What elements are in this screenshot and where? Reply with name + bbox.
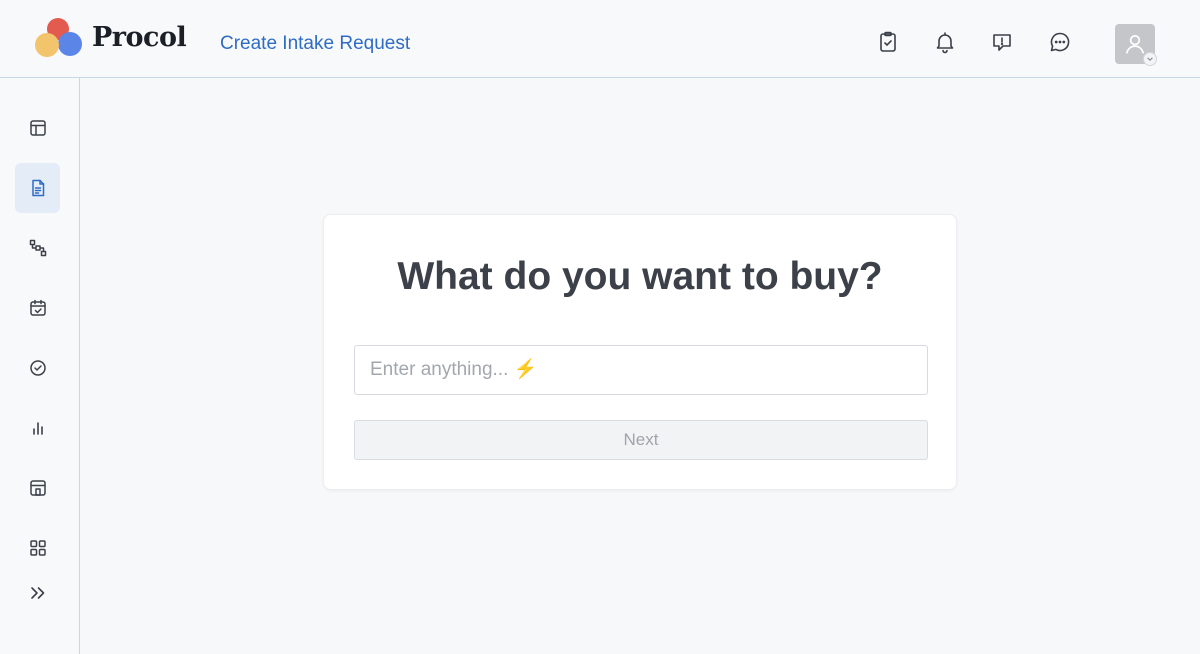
workflow-icon: [29, 239, 46, 257]
sidebar-item-dashboard[interactable]: [15, 103, 60, 153]
page-title: Create Intake Request: [220, 33, 411, 54]
sidebar-item-store[interactable]: [15, 463, 60, 513]
intake-card: What do you want to buy? Next: [323, 214, 957, 490]
intake-question: What do you want to buy?: [397, 255, 883, 298]
intake-search-input[interactable]: [354, 345, 928, 395]
next-button[interactable]: Next: [354, 420, 928, 460]
check-circle-icon: [29, 360, 46, 376]
sidebar: [0, 78, 80, 654]
sidebar-item-apps[interactable]: [15, 523, 60, 573]
user-avatar[interactable]: [1115, 24, 1157, 66]
sidebar-item-calendar[interactable]: [15, 283, 60, 333]
sidebar-item-approvals[interactable]: [15, 343, 60, 393]
sidebar-item-analytics[interactable]: [15, 403, 60, 453]
chevron-down-icon[interactable]: [1143, 52, 1157, 66]
top-header: Procol Create Intake Request: [0, 0, 1200, 78]
document-icon: [31, 179, 44, 197]
procol-logo-icon: [35, 18, 82, 57]
store-icon: [29, 480, 46, 496]
chevrons-right-icon: [30, 587, 44, 599]
tasks-clipboard-icon[interactable]: [875, 29, 901, 55]
expand-sidebar-button[interactable]: [15, 568, 60, 618]
bar-chart-icon: [32, 422, 43, 435]
chat-icon[interactable]: [1047, 29, 1073, 55]
grid-icon: [29, 540, 46, 556]
sidebar-item-requests[interactable]: [15, 163, 60, 213]
sidebar-item-workflow[interactable]: [15, 223, 60, 273]
calendar-check-icon: [29, 299, 46, 316]
bell-icon[interactable]: [932, 29, 958, 55]
logo-text[interactable]: Procol: [92, 22, 187, 53]
layout-icon: [29, 120, 46, 136]
feedback-icon[interactable]: [989, 29, 1015, 55]
